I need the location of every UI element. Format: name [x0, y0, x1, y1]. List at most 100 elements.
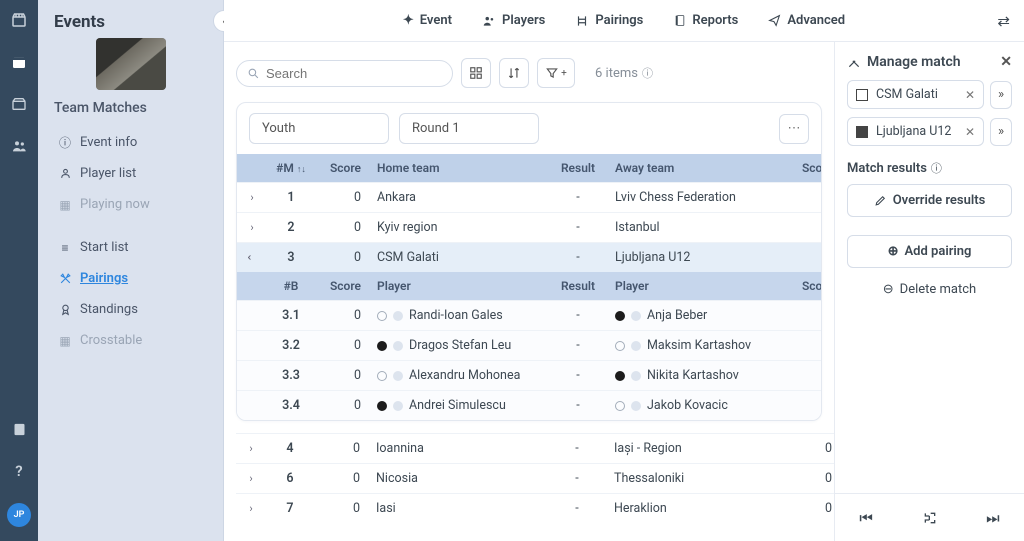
white-dot-icon: [615, 341, 625, 351]
person-icon: [58, 167, 72, 181]
search-box[interactable]: [236, 60, 453, 87]
match-row[interactable]: › 2 0 Kyiv region - Istanbul 0 0: [237, 213, 822, 243]
section-select[interactable]: Youth: [249, 113, 389, 144]
match-row[interactable]: › 4 0 Ioannina - Iași - Region 0 0: [236, 434, 834, 464]
remove-away-icon[interactable]: ✕: [965, 125, 975, 139]
header-reports[interactable]: Reports: [673, 13, 738, 28]
delete-match-button[interactable]: ⊖ Delete match: [847, 282, 1012, 297]
black-dot-icon: [377, 341, 387, 351]
rail-avatar[interactable]: JP: [7, 503, 31, 527]
filter-button[interactable]: +: [537, 58, 575, 88]
nav-crosstable[interactable]: ▦Crosstable: [54, 326, 207, 355]
rail-archive-icon[interactable]: [9, 94, 29, 114]
flag-icon: [393, 401, 403, 411]
white-dot-icon: [377, 371, 387, 381]
nav-player-list[interactable]: Player list: [54, 159, 207, 188]
minus-circle-icon: ⊖: [883, 282, 894, 297]
plus-circle-icon: ⊕: [888, 244, 899, 259]
away-team-chip[interactable]: Ljubljana U12 ✕: [847, 117, 984, 146]
board-row[interactable]: 3.30 Alexandru Mohonea - Nikita Kartasho…: [237, 361, 822, 391]
board-row[interactable]: 3.10 Randi-Ioan Gales - Anja Beber 00: [237, 301, 822, 331]
home-team-next-button[interactable]: »: [990, 81, 1012, 109]
expand-icon[interactable]: ›: [250, 191, 253, 204]
header-players[interactable]: Players: [482, 13, 545, 28]
sidebar-nav: ⓘEvent info Player list ▦Playing now ≡St…: [54, 128, 207, 355]
flag-icon: [393, 311, 403, 321]
matches-table: #M ↑↓ Score Home team Result Away team S…: [237, 154, 822, 420]
rail-notes-icon[interactable]: [9, 419, 29, 439]
info-icon: ⓘ: [931, 160, 942, 176]
match-row[interactable]: › 1 0 Ankara - Lviv Chess Federation 0 0: [237, 183, 822, 213]
expand-icon[interactable]: ›: [250, 221, 253, 234]
event-thumbnail[interactable]: [96, 38, 166, 90]
black-dot-icon: [377, 401, 387, 411]
panel-close-button[interactable]: ✕: [1000, 54, 1012, 70]
col-m[interactable]: #M ↑↓: [267, 154, 315, 183]
tag-icon: ✦: [403, 13, 414, 28]
round-select[interactable]: Round 1: [399, 113, 539, 144]
home-team-chip[interactable]: CSM Galati ✕: [847, 80, 984, 109]
sort-button[interactable]: [499, 58, 529, 88]
white-dot-icon: [377, 311, 387, 321]
nav-playing-now[interactable]: ▦Playing now: [54, 190, 207, 219]
col-bscore: Score: [315, 272, 369, 301]
search-input[interactable]: [266, 66, 442, 81]
expand-icon[interactable]: ›: [249, 442, 252, 455]
nav-rail: ? JP: [0, 0, 38, 541]
rail-calendar-icon[interactable]: [9, 52, 29, 72]
expand-icon[interactable]: ›: [249, 502, 252, 515]
card-menu-button[interactable]: ⋯: [779, 114, 809, 144]
header-pairings[interactable]: Pairings: [575, 13, 643, 28]
expand-icon[interactable]: ›: [249, 472, 252, 485]
board-row[interactable]: 3.20 Dragos Stefan Leu - Maksim Kartasho…: [237, 331, 822, 361]
add-pairing-button[interactable]: ⊕ Add pairing: [847, 235, 1012, 268]
event-name: Team Matches: [54, 100, 207, 116]
header-advanced[interactable]: Advanced: [768, 13, 845, 28]
rail-logo-icon[interactable]: [9, 10, 29, 30]
toolbar: + 6 itemsⓘ: [236, 58, 822, 88]
col-score-away[interactable]: Score: [787, 154, 822, 183]
pairings-icon: [575, 14, 589, 28]
col-score-home[interactable]: Score: [315, 154, 369, 183]
col-result[interactable]: Result: [549, 154, 607, 183]
remove-home-icon[interactable]: ✕: [965, 88, 975, 102]
last-button[interactable]: ⏭: [986, 509, 1000, 527]
bracket-icon[interactable]: [922, 510, 938, 526]
header-swap-icon[interactable]: ⇄: [997, 12, 1010, 30]
col-b: #B: [267, 272, 315, 301]
view-grid-button[interactable]: [461, 58, 491, 88]
nav-event-info[interactable]: ⓘEvent info: [54, 128, 207, 157]
black-dot-icon: [615, 311, 625, 321]
grid-icon: ▦: [58, 198, 72, 212]
col-away[interactable]: Away team: [607, 154, 787, 183]
first-button[interactable]: ⏮: [859, 509, 873, 527]
match-row[interactable]: › 6 0 Nicosia - Thessaloniki 0 0: [236, 464, 834, 494]
away-team-next-button[interactable]: »: [990, 118, 1012, 146]
override-results-button[interactable]: Override results: [847, 184, 1012, 217]
rail-help-icon[interactable]: ?: [9, 461, 29, 481]
flag-icon: [393, 341, 403, 351]
matches-table-tail: › 4 0 Ioannina - Iași - Region 0 0 › 6 0…: [236, 433, 834, 523]
rail-players-icon[interactable]: [9, 136, 29, 156]
col-bplayer-a: Player: [607, 272, 787, 301]
nav-standings[interactable]: Standings: [54, 295, 207, 324]
send-icon: [768, 14, 781, 27]
col-home[interactable]: Home team: [369, 154, 549, 183]
black-dot-icon: [615, 371, 625, 381]
match-row[interactable]: ⌄ 3 0 CSM Galati - Ljubljana U12 0 0: [237, 243, 822, 273]
sort-icon: ↑↓: [297, 165, 306, 175]
swords-icon: [58, 272, 72, 286]
panel-title: Manage match: [867, 54, 961, 70]
board-row[interactable]: 3.40 Andrei Simulescu - Jakob Kovacic 00: [237, 391, 822, 421]
info-icon: ⓘ: [58, 136, 72, 150]
pencil-icon: [874, 194, 887, 207]
expand-icon[interactable]: ⌄: [246, 253, 259, 262]
nav-pairings[interactable]: Pairings: [54, 264, 207, 293]
col-bscore2: Score: [787, 272, 822, 301]
nav-start-list[interactable]: ≡Start list: [54, 233, 207, 262]
match-row[interactable]: › 7 0 Iasi - Heraklion 0 0: [236, 494, 834, 524]
header-event[interactable]: ✦Event: [403, 13, 452, 28]
sidebar-title: Events: [54, 12, 207, 32]
flag-icon: [393, 371, 403, 381]
table-icon: ▦: [58, 334, 72, 348]
